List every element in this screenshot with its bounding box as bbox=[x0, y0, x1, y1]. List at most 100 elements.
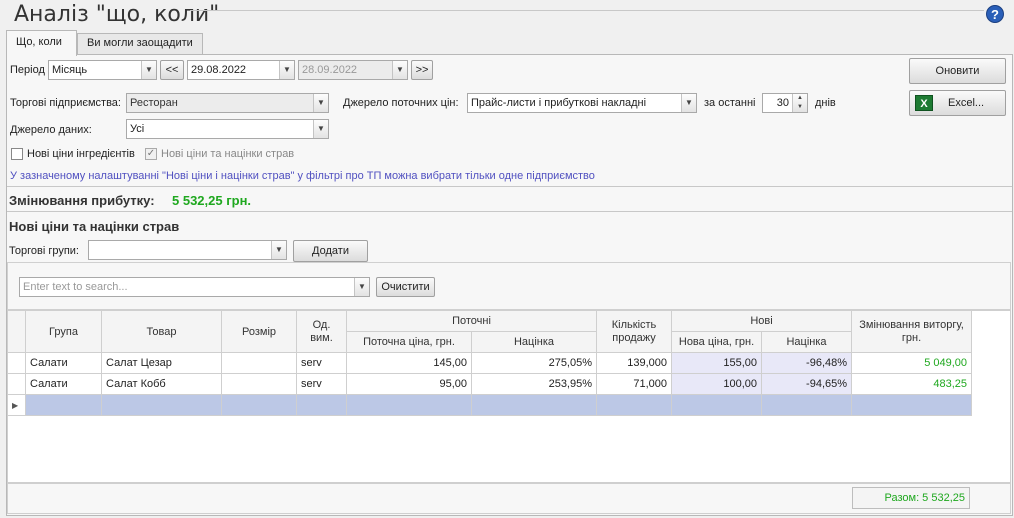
last-label: за останні bbox=[704, 97, 756, 109]
help-icon[interactable]: ? bbox=[986, 5, 1004, 23]
period-select[interactable]: Місяць ▼ bbox=[48, 60, 157, 80]
col-group[interactable]: Група bbox=[25, 310, 102, 353]
cell-new-price[interactable]: 155,00 bbox=[671, 352, 763, 374]
tab-what-when[interactable]: Що, коли bbox=[6, 30, 77, 56]
days-value: 30 bbox=[776, 97, 789, 109]
new-dish-prices-label: Нові ціни та націнки страв bbox=[161, 148, 295, 160]
row-indicator bbox=[7, 352, 26, 374]
table-row[interactable]: Салати Салат Кобб serv 95,00 253,95% 71,… bbox=[7, 373, 973, 395]
new-dish-prices-checkbox: ✓ bbox=[145, 148, 157, 160]
col-new-price[interactable]: Нова ціна, грн. bbox=[671, 331, 763, 353]
cell-new-markup[interactable]: -96,48% bbox=[761, 352, 853, 374]
excel-icon: X bbox=[915, 95, 933, 111]
filter-note: У зазначеному налаштуванні "Нові ціни і … bbox=[10, 170, 595, 182]
chevron-down-icon: ▼ bbox=[681, 94, 696, 112]
col-markup[interactable]: Націнка bbox=[470, 331, 598, 353]
cell-group[interactable]: Салати bbox=[25, 352, 102, 374]
cell-product[interactable]: Салат Кобб bbox=[101, 373, 222, 395]
data-source-value: Усі bbox=[130, 123, 145, 135]
tab-could-save[interactable]: Ви могли заощадити bbox=[77, 33, 203, 54]
date-to-field: 28.09.2022 ▼ bbox=[298, 60, 408, 80]
clear-button[interactable]: Очистити bbox=[376, 277, 435, 297]
new-cell[interactable] bbox=[296, 394, 347, 416]
cell-change[interactable]: 5 049,00 bbox=[851, 352, 973, 374]
title-divider bbox=[190, 10, 984, 11]
new-cell[interactable] bbox=[671, 394, 763, 416]
divider bbox=[7, 186, 1012, 187]
price-source-value: Прайс-листи і прибуткові накладні bbox=[471, 97, 647, 109]
cell-price[interactable]: 145,00 bbox=[346, 352, 472, 374]
col-change[interactable]: Змінювання виторгу, грн. bbox=[851, 310, 973, 353]
col-product[interactable]: Товар bbox=[101, 310, 222, 353]
data-source-label: Джерело даних: bbox=[10, 124, 92, 136]
enterprises-label: Торгові підприємства: bbox=[10, 97, 121, 109]
search-placeholder: Enter text to search... bbox=[23, 281, 128, 293]
days-label: днів bbox=[815, 97, 836, 109]
cell-price[interactable]: 95,00 bbox=[346, 373, 472, 395]
new-cell[interactable] bbox=[851, 394, 973, 416]
new-cell[interactable] bbox=[221, 394, 297, 416]
date-from-field[interactable]: 29.08.2022 ▼ bbox=[187, 60, 295, 80]
cell-new-markup[interactable]: -94,65% bbox=[761, 373, 853, 395]
period-value: Місяць bbox=[52, 64, 88, 76]
col-current: Поточні bbox=[345, 310, 598, 332]
cell-size[interactable] bbox=[221, 352, 297, 374]
new-ingredient-prices-label: Нові ціни інгредієнтів bbox=[27, 148, 135, 160]
new-cell[interactable] bbox=[761, 394, 853, 416]
excel-button[interactable]: X Excel... bbox=[909, 90, 1006, 116]
col-qty[interactable]: Кількість продажу bbox=[596, 310, 673, 353]
col-size[interactable]: Розмір bbox=[221, 310, 297, 353]
chevron-down-icon: ▼ bbox=[141, 61, 156, 79]
new-cell[interactable] bbox=[470, 394, 598, 416]
date-from-value: 29.08.2022 bbox=[191, 64, 247, 76]
next-period-button[interactable]: >> bbox=[411, 60, 433, 80]
data-source-select[interactable]: Усі ▼ bbox=[126, 119, 329, 139]
data-table: Група Товар Розмір Од. вим. Поточні Кіль… bbox=[7, 310, 973, 416]
chevron-down-icon: ▼ bbox=[313, 120, 328, 138]
cell-markup[interactable]: 253,95% bbox=[470, 373, 598, 395]
add-button[interactable]: Додати bbox=[293, 240, 368, 262]
col-new-markup[interactable]: Націнка bbox=[761, 331, 853, 353]
new-cell[interactable] bbox=[101, 394, 222, 416]
new-ingredient-prices-checkbox[interactable] bbox=[11, 148, 23, 160]
enterprises-select: Ресторан ▼ bbox=[126, 93, 329, 113]
divider bbox=[7, 211, 1012, 212]
total-value: Разом: 5 532,25 bbox=[852, 487, 970, 509]
new-cell[interactable] bbox=[346, 394, 472, 416]
cell-unit[interactable]: serv bbox=[296, 352, 347, 374]
row-indicator-header bbox=[7, 310, 26, 353]
new-cell[interactable] bbox=[596, 394, 673, 416]
prev-period-button[interactable]: << bbox=[160, 60, 184, 80]
chevron-down-icon: ▼ bbox=[279, 61, 294, 79]
chevron-down-icon: ▼ bbox=[354, 278, 369, 296]
cell-new-price[interactable]: 100,00 bbox=[671, 373, 763, 395]
cell-qty[interactable]: 139,000 bbox=[596, 352, 673, 374]
row-pointer-icon: ▶ bbox=[7, 394, 26, 416]
chevron-down-icon: ▼ bbox=[271, 241, 286, 259]
col-current-price[interactable]: Поточна ціна, грн. bbox=[346, 331, 472, 353]
table-row[interactable]: Салати Салат Цезар serv 145,00 275,05% 1… bbox=[7, 352, 973, 374]
enterprises-value: Ресторан bbox=[130, 97, 178, 109]
col-unit[interactable]: Од. вим. bbox=[296, 310, 347, 353]
cell-size[interactable] bbox=[221, 373, 297, 395]
price-source-select[interactable]: Прайс-листи і прибуткові накладні ▼ bbox=[467, 93, 697, 113]
days-stepper[interactable]: 30 ▲ ▼ bbox=[762, 93, 808, 113]
new-cell[interactable] bbox=[25, 394, 102, 416]
window-title: Аналіз "що, коли" bbox=[14, 2, 220, 27]
cell-qty[interactable]: 71,000 bbox=[596, 373, 673, 395]
row-indicator bbox=[7, 373, 26, 395]
cell-product[interactable]: Салат Цезар bbox=[101, 352, 222, 374]
search-input[interactable]: Enter text to search... ▼ bbox=[19, 277, 370, 297]
refresh-button[interactable]: Оновити bbox=[909, 58, 1006, 84]
section-title: Нові ціни та націнки страв bbox=[9, 219, 180, 234]
new-row[interactable]: ▶ bbox=[7, 394, 973, 416]
groups-select[interactable]: ▼ bbox=[88, 240, 287, 260]
cell-markup[interactable]: 275,05% bbox=[470, 352, 598, 374]
cell-group[interactable]: Салати bbox=[25, 373, 102, 395]
stepper-arrows-icon[interactable]: ▲ ▼ bbox=[792, 94, 807, 112]
cell-unit[interactable]: serv bbox=[296, 373, 347, 395]
cell-change[interactable]: 483,25 bbox=[851, 373, 973, 395]
profit-value: 5 532,25 грн. bbox=[172, 193, 252, 208]
chevron-down-icon: ▼ bbox=[313, 94, 328, 112]
excel-label: Excel... bbox=[948, 97, 985, 109]
